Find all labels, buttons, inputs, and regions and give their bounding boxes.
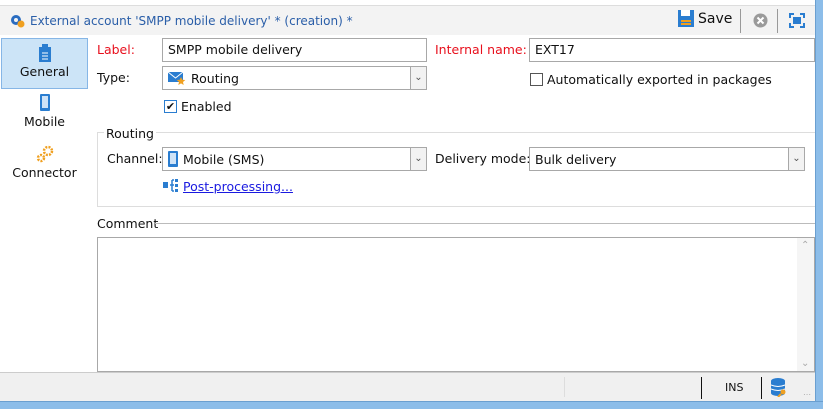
auto-export-label: Automatically exported in packages (547, 72, 772, 87)
clipboard-icon (38, 44, 51, 62)
database-key-icon[interactable] (771, 378, 789, 397)
delivery-mode-value: Bulk delivery (535, 151, 617, 167)
scroll-down-icon[interactable]: ⌄ (801, 358, 809, 369)
type-label: Type: (97, 70, 130, 85)
delivery-mode-label: Delivery mode: (435, 151, 531, 166)
comment-divider (155, 223, 815, 224)
channel-label: Channel: (107, 151, 163, 166)
toolbar-divider (777, 9, 778, 33)
comment-scrollbar[interactable]: ⌃ ⌄ (797, 238, 814, 371)
sidebar: General Mobile Connector (0, 37, 88, 372)
sidebar-item-label: Connector (12, 165, 77, 180)
title-bar: External account 'SMPP mobile delivery' … (0, 5, 815, 35)
close-icon[interactable] (753, 13, 768, 31)
save-button[interactable]: Save (678, 10, 732, 27)
checkmark-icon[interactable]: ✔ (164, 100, 177, 113)
comment-textarea[interactable] (97, 237, 815, 372)
sidebar-item-connector[interactable]: Connector (1, 140, 88, 191)
gears-icon (36, 145, 53, 163)
chevron-down-icon: ⌄ (788, 148, 804, 170)
window-border-bottom (0, 401, 823, 409)
status-bar: INS ⋯ (0, 372, 815, 402)
sidebar-item-general[interactable]: General (1, 38, 88, 89)
sidebar-item-mobile[interactable]: Mobile (1, 89, 88, 140)
enabled-checkbox[interactable]: ✔ Enabled (164, 99, 232, 114)
save-icon (678, 10, 694, 27)
label-field-label: Label: (97, 42, 135, 57)
channel-select[interactable]: Mobile (SMS) ⌄ (162, 147, 427, 171)
chevron-down-icon: ⌄ (410, 148, 426, 170)
sidebar-item-label: General (19, 64, 70, 79)
sidebar-item-label: Mobile (23, 114, 65, 129)
label-input[interactable]: SMPP mobile delivery (162, 38, 427, 62)
internal-name-label: Internal name: (435, 42, 527, 57)
resize-grip-icon[interactable]: ⋯ (803, 390, 811, 399)
mobile-icon (168, 151, 178, 167)
internal-name-input[interactable]: EXT17 (529, 38, 815, 62)
status-divider (761, 377, 762, 399)
maximize-icon[interactable] (789, 13, 805, 31)
routing-icon (168, 71, 186, 85)
mobile-icon (39, 94, 50, 111)
chevron-down-icon: ⌄ (410, 67, 426, 89)
scroll-up-icon[interactable]: ⌃ (801, 240, 809, 251)
checkbox-box[interactable] (530, 73, 543, 86)
window-border-right (815, 0, 823, 409)
insert-mode-indicator: INS (725, 381, 744, 394)
type-value: Routing (191, 70, 239, 86)
channel-value: Mobile (SMS) (183, 151, 265, 167)
routing-group-title: Routing (104, 126, 156, 141)
save-label: Save (698, 10, 733, 27)
window-title: External account 'SMPP mobile delivery' … (30, 14, 353, 28)
status-divider (701, 377, 702, 399)
toolbar-divider (740, 9, 741, 33)
external-account-gear-icon (9, 12, 25, 31)
workflow-icon (163, 179, 178, 192)
comment-label: Comment (97, 216, 159, 231)
type-select[interactable]: Routing ⌄ (162, 66, 427, 90)
post-processing-link[interactable]: Post-processing... (183, 179, 293, 194)
delivery-mode-select[interactable]: Bulk delivery ⌄ (529, 147, 805, 171)
status-divider (564, 377, 565, 397)
auto-export-checkbox[interactable]: Automatically exported in packages (530, 72, 772, 87)
enabled-label: Enabled (181, 99, 232, 114)
